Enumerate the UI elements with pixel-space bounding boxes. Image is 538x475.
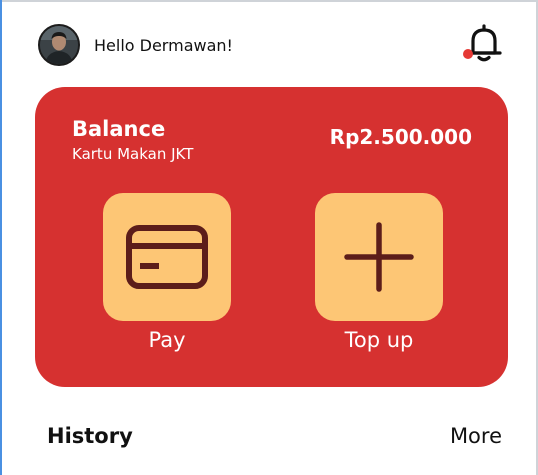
credit-card-icon xyxy=(126,225,208,289)
user-photo-icon xyxy=(40,26,78,64)
history-more-link[interactable]: More xyxy=(450,422,502,450)
pay-button[interactable]: Pay xyxy=(103,193,231,354)
plus-icon xyxy=(344,222,414,292)
avatar[interactable] xyxy=(38,24,80,66)
bell-icon xyxy=(466,24,502,62)
pay-label: Pay xyxy=(148,328,186,352)
window-left-border xyxy=(0,0,2,475)
window-top-border xyxy=(0,0,538,2)
balance-title: Balance xyxy=(72,117,166,141)
top-up-label: Top up xyxy=(344,328,414,352)
notification-badge xyxy=(463,49,473,59)
balance-card: Balance Kartu Makan JKT Rp2.500.000 Pay … xyxy=(35,87,508,387)
pay-tile[interactable] xyxy=(103,193,231,321)
balance-amount: Rp2.500.000 xyxy=(329,125,472,149)
top-up-tile[interactable] xyxy=(315,193,443,321)
greeting-text: Hello Dermawan! xyxy=(94,36,233,55)
top-up-button[interactable]: Top up xyxy=(315,193,443,354)
notification-button[interactable] xyxy=(462,22,506,66)
history-heading: History xyxy=(47,424,133,448)
card-name: Kartu Makan JKT xyxy=(72,145,194,163)
